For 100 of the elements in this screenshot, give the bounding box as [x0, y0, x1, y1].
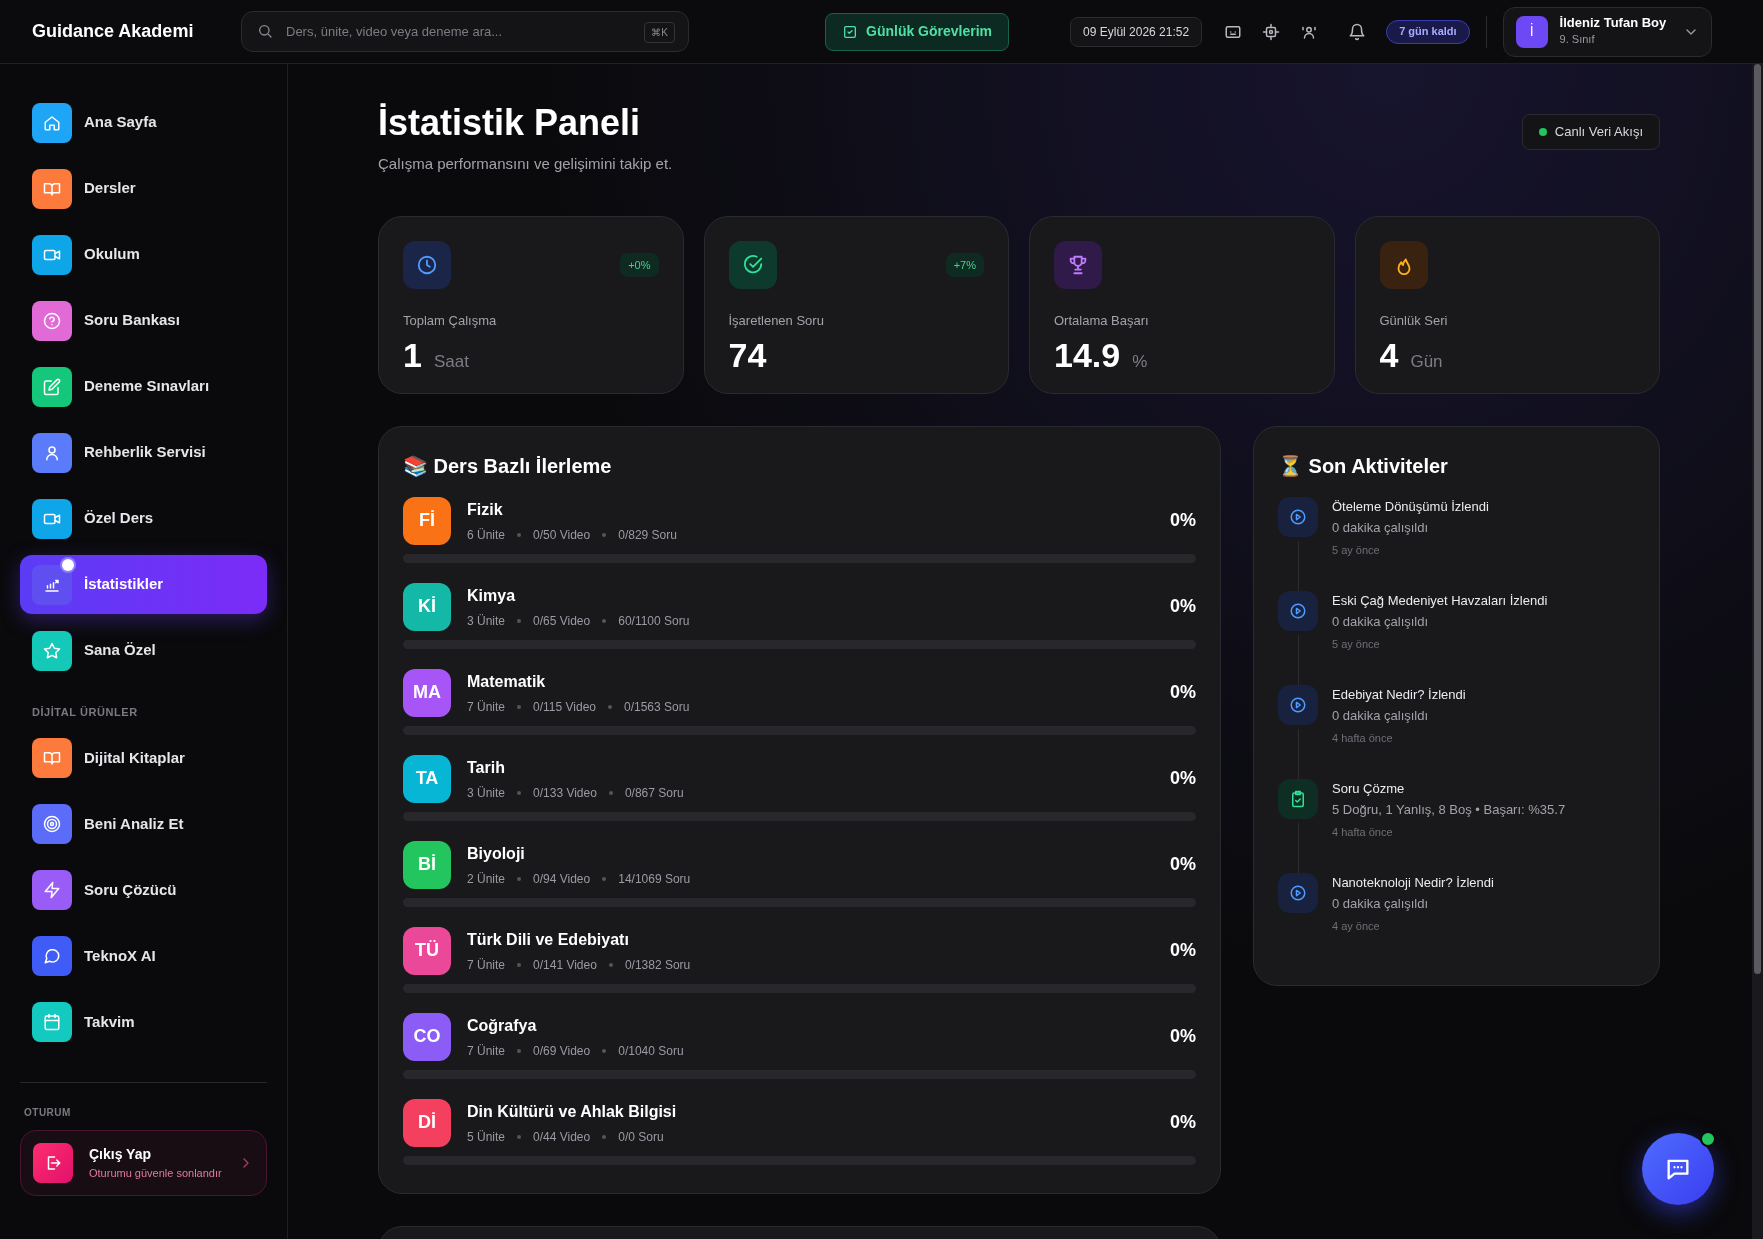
- play-circle-icon: [1289, 507, 1307, 526]
- play-circle-icon: [1289, 695, 1307, 714]
- sidebar-item[interactable]: Okulum: [20, 225, 267, 284]
- edit-icon: [43, 377, 61, 396]
- sidebar-item[interactable]: Soru Çözücü: [20, 860, 267, 920]
- question-count: 0/1563 Soru: [624, 698, 690, 716]
- book-icon: [43, 749, 61, 767]
- unit-count: 5 Ünite: [467, 1128, 506, 1146]
- subject-badge: Bİ: [403, 840, 451, 889]
- section-title: OTURUM: [24, 1105, 72, 1120]
- video-count: 0/141 Video: [533, 956, 597, 974]
- unit-count: 7 Ünite: [467, 698, 506, 716]
- question-count: 0/1382 Soru: [624, 956, 691, 974]
- trophy-icon: [1067, 253, 1089, 276]
- trend-badge: +0%: [620, 252, 659, 277]
- question-count: 0/0 Soru: [618, 1128, 664, 1146]
- subject-badge: TA: [403, 754, 451, 803]
- target-icon: [43, 815, 61, 833]
- unit-count: 3 Ünite: [467, 612, 506, 630]
- progress-percent: 0%: [1170, 681, 1196, 704]
- subject-name: Din Kültürü ve Ahlak Bilgisi: [467, 1101, 678, 1122]
- sidebar-item[interactable]: Dijital Kitaplar: [20, 728, 267, 788]
- stat-value: 14.9: [1054, 335, 1121, 376]
- sidebar-item[interactable]: Beni Analiz Et: [20, 794, 267, 854]
- activity-title: Eski Çağ Medeniyet Havzaları İzlendi: [1332, 591, 1548, 610]
- notifications-button[interactable]: [1348, 22, 1367, 41]
- sidebar-item[interactable]: Takvim: [20, 992, 267, 1052]
- stat-unit: Saat: [433, 351, 469, 373]
- video-count: 0/50 Video: [533, 526, 591, 544]
- daily-tasks-button[interactable]: Günlük Görevlerim: [825, 12, 1010, 51]
- user-avatar: İ: [1515, 15, 1548, 48]
- clipboard-check-icon: [1289, 789, 1307, 808]
- user-menu[interactable]: İ İldeniz Tufan Boy 9. Sınıf: [1502, 6, 1712, 57]
- activity-title: Soru Çözme: [1332, 779, 1406, 798]
- sidebar-item[interactable]: Özel Ders: [20, 489, 267, 548]
- progress-percent: 0%: [1170, 509, 1196, 532]
- user-name: İldeniz Tufan Boy: [1559, 15, 1668, 32]
- activity-detail: 0 dakika çalışıldı: [1332, 706, 1430, 725]
- clock-icon: [416, 253, 438, 276]
- question-count: 60/1100 Soru: [618, 612, 690, 630]
- unit-count: 2 Ünite: [467, 870, 506, 888]
- home-icon: [43, 113, 61, 132]
- sidebar-item[interactable]: Ana Sayfa: [20, 93, 267, 152]
- subject-badge: Dİ: [403, 1098, 451, 1147]
- sidebar-item[interactable]: Sana Özel: [20, 621, 267, 680]
- chip-icon: [1262, 22, 1281, 41]
- logout-button[interactable]: Çıkış Yap Oturumu güvenle sonlandır: [20, 1129, 267, 1196]
- unit-count: 6 Ünite: [467, 526, 506, 544]
- sidebar-item[interactable]: Soru Bankası: [20, 291, 267, 350]
- chat-bubble-icon: [43, 947, 61, 965]
- activity-time: 5 ay önce: [1332, 542, 1381, 558]
- sidebar-item[interactable]: İstatistikler: [20, 555, 267, 614]
- subject-badge: MA: [403, 668, 451, 717]
- stat-label: Toplam Çalışma: [403, 311, 498, 330]
- subject-name: Fizik: [467, 499, 504, 520]
- video-count: 0/44 Video: [533, 1128, 591, 1146]
- question-count: 0/1040 Soru: [618, 1042, 684, 1060]
- star-icon: [43, 641, 61, 660]
- activity-title: Nanoteknoloji Nedir? İzlendi: [1332, 873, 1494, 892]
- section-title: DİJİTAL ÜRÜNLER: [32, 705, 139, 720]
- sidebar-item[interactable]: TeknoX AI: [20, 926, 267, 986]
- stat-label: Günlük Seri: [1379, 311, 1449, 330]
- progress-percent: 0%: [1170, 767, 1196, 790]
- question-count: 14/1069 Soru: [618, 870, 691, 888]
- logout-sublabel: Oturumu güvenle sonlandır: [89, 1165, 222, 1181]
- subject-badge: CO: [403, 1012, 451, 1061]
- activity-detail: 0 dakika çalışıldı: [1332, 894, 1430, 913]
- video-count: 0/133 Video: [533, 784, 597, 802]
- stat-label: İşaretlenen Soru: [728, 311, 825, 330]
- subject-name: Kimya: [467, 585, 517, 606]
- activity-time: 4 ay önce: [1332, 918, 1381, 934]
- card-title: 📚 Ders Bazlı İlerleme: [403, 453, 613, 479]
- subject-badge: Kİ: [403, 582, 451, 631]
- unit-count: 7 Ünite: [467, 1042, 506, 1060]
- page-subtitle: Çalışma performansını ve gelişimini takip et.: [378, 154, 673, 174]
- video-count: 0/94 Video: [533, 870, 591, 888]
- activity-time: 4 hafta önce: [1332, 824, 1394, 840]
- brand-name[interactable]: Guidance Akademi: [32, 18, 241, 45]
- progress-percent: 0%: [1170, 595, 1196, 618]
- question-count: 0/829 Soru: [618, 526, 677, 544]
- activity-time: 4 hafta önce: [1332, 730, 1394, 746]
- video-count: 0/69 Video: [533, 1042, 591, 1060]
- chat-button[interactable]: [1642, 1133, 1714, 1205]
- lightning-icon: [43, 881, 61, 899]
- stat-value: 74: [728, 335, 767, 376]
- activity-title: Öteleme Dönüşümü İzlendi: [1332, 497, 1489, 516]
- shortcut-hint: ⌘K: [644, 22, 675, 43]
- stat-unit: Gün: [1410, 351, 1443, 373]
- sidebar-item[interactable]: Deneme Sınavları: [20, 357, 267, 416]
- activity-detail: 0 dakika çalışıldı: [1332, 518, 1430, 537]
- subject-name: Coğrafya: [467, 1015, 538, 1036]
- sidebar-item[interactable]: Rehberlik Servisi: [20, 423, 267, 482]
- stat-value: 1: [403, 335, 422, 376]
- subject-badge: TÜ: [403, 926, 451, 975]
- video-count: 0/65 Video: [533, 612, 591, 630]
- chip-button[interactable]: [1262, 22, 1281, 41]
- progress-percent: 0%: [1170, 1111, 1196, 1134]
- sidebar-item[interactable]: Dersler: [20, 159, 267, 218]
- subject-name: Matematik: [467, 671, 547, 692]
- scrollbar[interactable]: [1754, 64, 1761, 974]
